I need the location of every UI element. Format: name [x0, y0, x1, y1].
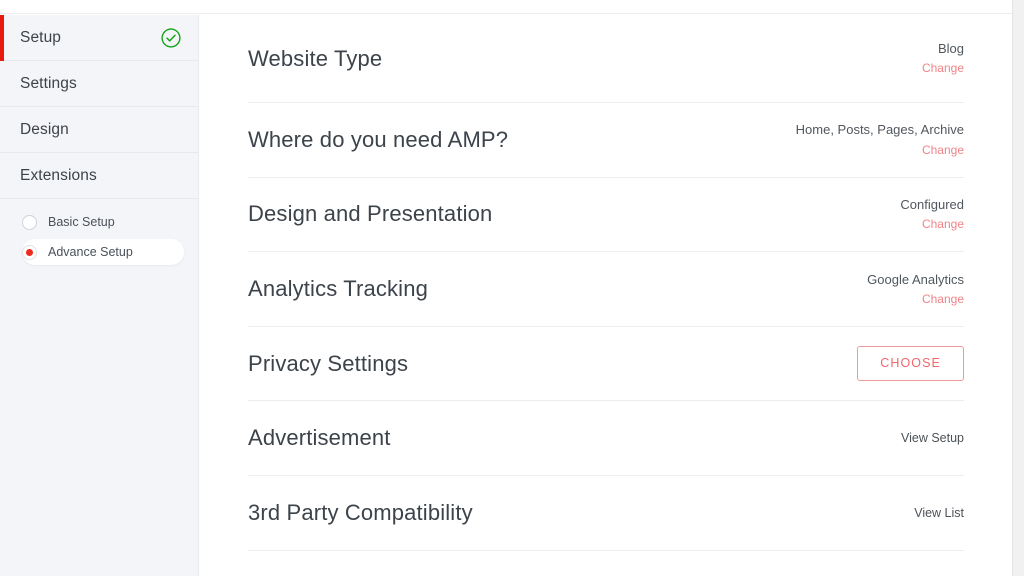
row-design-presentation: Design and Presentation Configured Chang…: [248, 178, 964, 253]
row-title: 3rd Party Compatibility: [248, 499, 473, 525]
row-title: Website Type: [248, 45, 383, 71]
radio-label: Advance Setup: [48, 245, 133, 259]
radio-basic-setup[interactable]: Basic Setup: [22, 209, 184, 235]
row-right: Home, Posts, Pages, Archive Change: [796, 120, 964, 159]
page-scrollbar[interactable]: [1012, 0, 1024, 576]
top-bar: [0, 0, 1012, 14]
check-circle-icon: [160, 27, 182, 49]
row-analytics-tracking: Analytics Tracking Google Analytics Chan…: [248, 252, 964, 327]
row-value: Blog: [937, 41, 964, 57]
row-right: View Setup: [901, 431, 964, 445]
row-title: Analytics Tracking: [248, 275, 428, 301]
view-list-link[interactable]: View List: [914, 506, 964, 520]
row-3rd-party-compatibility: 3rd Party Compatibility View List: [248, 476, 964, 551]
choose-button[interactable]: CHOOSE: [857, 346, 964, 381]
radio-circle-icon: [22, 244, 37, 260]
amp-setup-screen: Setup Settings Design Extensions Basic S…: [0, 0, 1024, 576]
radio-label: Basic Setup: [48, 215, 115, 229]
row-right: Google Analytics Change: [867, 270, 964, 309]
sidebar-item-label: Extensions: [20, 166, 97, 184]
row-title: Design and Presentation: [248, 201, 493, 227]
row-title: Advertisement: [248, 425, 391, 451]
change-link[interactable]: Change: [922, 59, 964, 78]
change-link[interactable]: Change: [922, 215, 964, 234]
radio-advance-setup[interactable]: Advance Setup: [22, 239, 184, 265]
row-right: Configured Change: [900, 195, 964, 234]
change-link[interactable]: Change: [922, 141, 964, 160]
row-right: CHOOSE: [857, 346, 964, 381]
sidebar-item-settings[interactable]: Settings: [0, 61, 198, 107]
row-privacy-settings: Privacy Settings CHOOSE: [248, 327, 964, 402]
radio-circle-icon: [22, 214, 37, 230]
panel: Setup Settings Design Extensions Basic S…: [0, 15, 1012, 576]
row-title: Where do you need AMP?: [248, 126, 509, 152]
sidebar-item-setup[interactable]: Setup: [0, 15, 198, 61]
row-where-amp: Where do you need AMP? Home, Posts, Page…: [248, 103, 964, 178]
sidebar-item-extensions[interactable]: Extensions: [0, 153, 198, 199]
view-setup-link[interactable]: View Setup: [901, 431, 964, 445]
settings-rows: Website Type Blog Change Where do you ne…: [199, 15, 1012, 551]
row-advertisement: Advertisement View Setup: [248, 401, 964, 476]
row-title: Privacy Settings: [248, 350, 409, 376]
row-value: Google Analytics: [867, 271, 964, 287]
sidebar-item-design[interactable]: Design: [0, 107, 198, 153]
setup-mode-radio-group: Basic Setup Advance Setup: [0, 199, 198, 265]
sidebar-item-label: Design: [20, 120, 69, 138]
change-link[interactable]: Change: [922, 290, 964, 309]
row-right: Blog Change: [922, 39, 964, 78]
row-value: Configured: [900, 197, 964, 213]
row-value: Home, Posts, Pages, Archive: [795, 122, 964, 138]
row-website-type: Website Type Blog Change: [248, 15, 964, 103]
sidebar-item-label: Settings: [20, 74, 77, 92]
sidebar-item-label: Setup: [20, 28, 62, 46]
row-right: View List: [914, 506, 964, 520]
sidebar: Setup Settings Design Extensions Basic S…: [0, 15, 199, 576]
settings-list: Website Type Blog Change Where do you ne…: [199, 15, 1012, 576]
